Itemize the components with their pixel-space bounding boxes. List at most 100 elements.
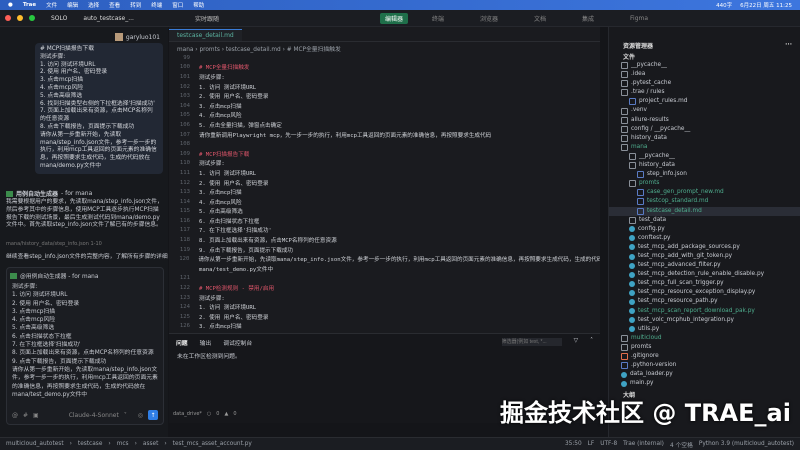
tree-item[interactable]: promts: [609, 343, 800, 352]
menu-file[interactable]: 文件: [46, 1, 57, 9]
tree-item[interactable]: test_mcp_add_with_git_token.py: [609, 252, 800, 261]
status-path-3[interactable]: asset: [143, 441, 158, 447]
tree-item[interactable]: utils.py: [609, 325, 800, 334]
tree-item[interactable]: promts: [609, 179, 800, 188]
code-line[interactable]: 118 8. 页面上加载出来有资源，点击MCP名称列的任意资源: [169, 235, 600, 245]
tab-docs[interactable]: 文档: [534, 14, 546, 23]
mention-icon[interactable]: @: [12, 412, 18, 419]
agent-chip[interactable]: @用例自动生成器 - for mana: [20, 271, 98, 280]
image-icon[interactable]: ▣: [33, 412, 39, 419]
encoding[interactable]: UTF-8: [600, 441, 617, 447]
tree-item[interactable]: step_info.json: [609, 170, 800, 179]
problems-filter-input[interactable]: [501, 338, 562, 346]
tree-item[interactable]: case_gen_prompt_new.md: [609, 188, 800, 197]
tree-item[interactable]: testcase_detail.md: [609, 206, 800, 216]
collapse-panel-icon[interactable]: ˄: [590, 338, 593, 347]
menu-window[interactable]: 窗口: [172, 1, 183, 9]
tab-integrations[interactable]: 集成: [582, 14, 594, 23]
tree-item[interactable]: project_rules.md: [609, 97, 800, 106]
tree-item[interactable]: .gitignore: [609, 352, 800, 361]
code-line[interactable]: 121: [169, 274, 600, 284]
code-line[interactable]: 119 9. 点击下载报告，页面提示下载成功: [169, 245, 600, 255]
tree-item[interactable]: .trae / rules: [609, 88, 800, 97]
files-section[interactable]: 文件: [609, 52, 800, 61]
code-line[interactable]: 120 请你从第一步重新开始，先读取mana/step_info.json文件，参…: [169, 254, 600, 264]
filter-icon[interactable]: ▽: [574, 338, 578, 347]
code-line[interactable]: mana/test_demo.py文件中: [169, 264, 600, 274]
code-line[interactable]: 99: [169, 53, 600, 63]
code-line[interactable]: 111 1. 访问 测试环境URL: [169, 168, 600, 178]
status-path-1[interactable]: testcase: [78, 441, 102, 447]
code-line[interactable]: 110 测试步骤:: [169, 159, 600, 169]
tree-item[interactable]: .venv: [609, 106, 800, 115]
chat-input-box[interactable]: @用例自动生成器 - for mana 测试步骤: 1. 访问 测试环境URL 2.…: [6, 267, 164, 425]
status-path-2[interactable]: mcs: [117, 441, 129, 447]
code-line[interactable]: 126 3. 点击mcp扫描: [169, 322, 600, 332]
tree-item[interactable]: test_mcp_full_scan_trigger.py: [609, 279, 800, 288]
code-line[interactable]: 123 测试步骤:: [169, 293, 600, 303]
editor-tab[interactable]: testcase_detail.md: [169, 29, 242, 41]
crumb-heading[interactable]: # MCP全量扫描触发: [287, 47, 341, 53]
tree-item[interactable]: multicloud: [609, 334, 800, 343]
crumb-file[interactable]: testcase_detail.md: [226, 47, 281, 53]
menu-select[interactable]: 选择: [88, 1, 99, 9]
code-line[interactable]: 113 3. 点击mcp扫描: [169, 187, 600, 197]
send-button[interactable]: ↑: [148, 410, 158, 420]
menu-terminal[interactable]: 终端: [151, 1, 162, 9]
sync-icon[interactable]: ○: [207, 411, 211, 417]
tree-item[interactable]: conftest.py: [609, 234, 800, 243]
mic-icon[interactable]: ◎: [138, 412, 143, 419]
python-interpreter[interactable]: Python 3.9 (multicloud_autotest): [699, 441, 794, 447]
file-reference[interactable]: mana/history_data/step_info.json 1-10: [6, 241, 102, 247]
code-line[interactable]: 106 5. 点击全量扫描，弹窗点击确定: [169, 120, 600, 130]
indentation[interactable]: 4 个空格: [670, 440, 693, 449]
tree-item[interactable]: data_loader.py: [609, 370, 800, 379]
code-line[interactable]: 107 请你重新调用Playwright mcp，先一步一步的执行，利用mcp工具…: [169, 130, 600, 140]
tree-item[interactable]: mana: [609, 143, 800, 152]
error-count[interactable]: 0: [216, 411, 219, 417]
tree-item[interactable]: test_mcp_add_package_sources.py: [609, 243, 800, 252]
project-name[interactable]: auto_testcase_...: [83, 15, 134, 22]
code-line[interactable]: 115 5. 点击高级筛选: [169, 207, 600, 217]
tree-item[interactable]: testcop_standard.md: [609, 197, 800, 206]
tree-item[interactable]: .idea: [609, 70, 800, 79]
code-line[interactable]: 112 2. 使用 用户名、密码登录: [169, 178, 600, 188]
tree-item[interactable]: config.py: [609, 225, 800, 234]
code-editor[interactable]: 99 100 # MCP全量扫描触发 101 测试步骤: 102 1. 访问 测试环境URL…: [169, 53, 600, 341]
tree-item[interactable]: .python-version: [609, 361, 800, 370]
code-line[interactable]: 103 2. 使用 用户名、密码登录: [169, 91, 600, 101]
crumb-mana[interactable]: mana: [177, 47, 193, 53]
tree-item[interactable]: history_data: [609, 161, 800, 170]
code-line[interactable]: 117 7. 在下拉框选择'扫描成功': [169, 226, 600, 236]
code-line[interactable]: 125 2. 使用 用户名、密码登录: [169, 312, 600, 322]
code-line[interactable]: 100 # MCP全量扫描触发: [169, 63, 600, 73]
code-line[interactable]: 102 1. 访问 测试环境URL: [169, 82, 600, 92]
crumb-promts[interactable]: promts: [199, 47, 219, 53]
tree-item[interactable]: test_mcp_resource_path.py: [609, 297, 800, 306]
tree-item[interactable]: config / __pycache__: [609, 125, 800, 134]
tree-item[interactable]: __pycache__: [609, 61, 800, 70]
status-path-file[interactable]: test_mcs_asset_account.py: [173, 441, 252, 447]
warning-count[interactable]: 0: [233, 411, 236, 417]
tree-item[interactable]: main.py: [609, 379, 800, 388]
tab-debug-console[interactable]: 调试控制台: [223, 338, 252, 347]
hash-icon[interactable]: #: [23, 412, 28, 419]
maximize-window-button[interactable]: [29, 15, 35, 21]
apple-icon[interactable]: ●: [8, 2, 13, 8]
code-line[interactable]: 105 4. 点击mcp风险: [169, 111, 600, 121]
tree-item[interactable]: test_mcp_scan_report_download_pak.py: [609, 307, 800, 316]
code-line[interactable]: 104 3. 点击mcp扫描: [169, 101, 600, 111]
line-ending[interactable]: LF: [588, 441, 595, 447]
tab-figma[interactable]: Figma: [630, 15, 648, 22]
tree-item[interactable]: test_data: [609, 216, 800, 225]
code-line[interactable]: 116 6. 点击扫描状态下拉框: [169, 216, 600, 226]
solo-toggle[interactable]: SOLO: [51, 15, 67, 22]
tab-browser[interactable]: 浏览器: [480, 14, 498, 23]
menu-edit[interactable]: 编辑: [67, 1, 78, 9]
menu-goto[interactable]: 转到: [130, 1, 141, 9]
tree-item[interactable]: __pycache__: [609, 152, 800, 161]
minimize-window-button[interactable]: [17, 15, 23, 21]
language-mode[interactable]: Trae (internal): [623, 441, 664, 447]
status-path-root[interactable]: multicloud_autotest: [6, 441, 64, 447]
menu-view[interactable]: 查看: [109, 1, 120, 9]
